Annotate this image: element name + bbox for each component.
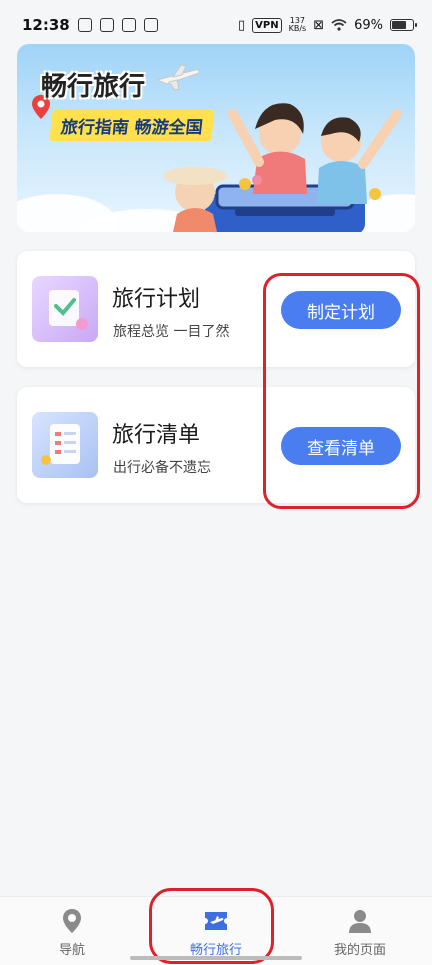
make-plan-button[interactable]: 制定计划 xyxy=(281,291,401,329)
no-sim-icon: ⊠ xyxy=(313,17,325,33)
tab-navigation[interactable]: 导航 xyxy=(12,897,132,958)
vibrate-icon: ▯ xyxy=(237,17,246,33)
app-notification-icon xyxy=(99,18,114,32)
ticket-plane-icon xyxy=(205,912,227,930)
network-speed: 137 KB/s xyxy=(288,16,307,33)
document-check-icon xyxy=(32,276,98,342)
status-left: 12:38 xyxy=(22,16,158,34)
card-description: 出行必备不遗忘 xyxy=(113,460,211,476)
travel-checklist-card[interactable]: 旅行清单 出行必备不遗忘 查看清单 xyxy=(17,387,415,503)
status-right: ▯ VPN 137 KB/s ⊠ 69% xyxy=(237,16,417,33)
card-title: 旅行计划 xyxy=(112,287,201,312)
status-bar: 12:38 ▯ VPN 137 KB/s ⊠ 69% xyxy=(0,0,432,50)
vpn-badge: VPN xyxy=(252,17,282,33)
battery-percent: 69% xyxy=(354,17,383,33)
checklist-icon-graphic xyxy=(41,424,80,465)
app-notification-icon xyxy=(77,18,92,32)
status-time: 12:38 xyxy=(22,16,70,34)
tab-my-page[interactable]: 我的页面 xyxy=(300,897,420,958)
location-pin-icon xyxy=(63,909,81,933)
document-check-icon-graphic xyxy=(49,290,88,330)
travel-plan-card[interactable]: 旅行计划 旅程总览 一目了然 制定计划 xyxy=(17,251,415,367)
home-indicator[interactable] xyxy=(130,956,302,960)
bottom-tab-bar: 导航 畅行旅行 我的页面 xyxy=(0,896,432,965)
checklist-icon xyxy=(32,412,98,478)
card-description: 旅程总览 一目了然 xyxy=(113,324,230,340)
app-notification-icon xyxy=(121,18,136,32)
tab-label: 导航 xyxy=(58,943,85,958)
wifi-icon xyxy=(331,19,347,31)
tab-travel[interactable]: 畅行旅行 xyxy=(156,897,276,958)
card-title: 旅行清单 xyxy=(112,423,201,448)
battery-icon xyxy=(390,19,417,31)
tab-label: 我的页面 xyxy=(333,943,386,958)
banner-title: 畅行旅行 xyxy=(41,72,146,102)
view-checklist-button[interactable]: 查看清单 xyxy=(281,427,401,465)
user-icon xyxy=(349,910,371,933)
travelers-illustration xyxy=(163,103,402,232)
travel-banner[interactable]: 畅行旅行 旅行指南 畅游全国 xyxy=(17,44,415,232)
app-notification-icon xyxy=(143,18,158,32)
